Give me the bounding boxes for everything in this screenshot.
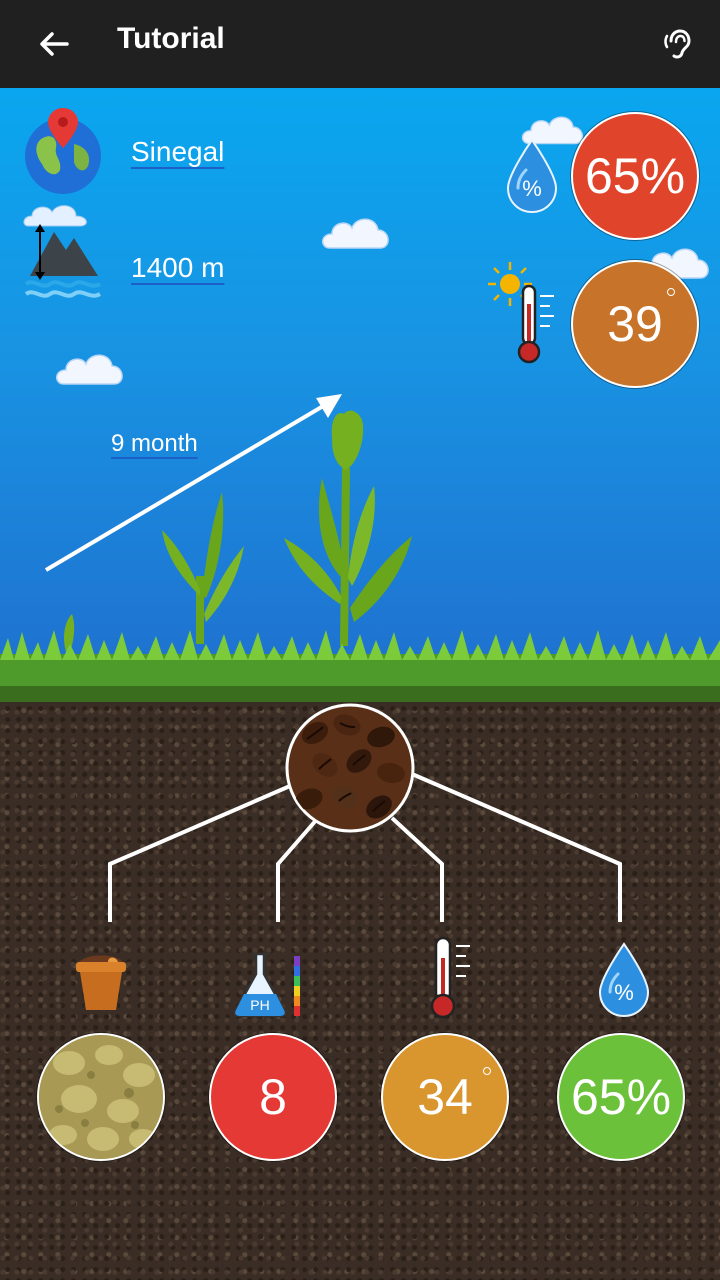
soil-texture-badge bbox=[37, 1033, 165, 1161]
page-title: Tutorial bbox=[117, 22, 225, 55]
growth-duration-link[interactable]: 9 month bbox=[111, 430, 198, 458]
air-humidity-badge: 65% bbox=[571, 112, 699, 240]
svg-text:%: % bbox=[522, 176, 542, 201]
plant-sprout-icon bbox=[162, 492, 244, 644]
soil-ph-badge: 8 bbox=[209, 1033, 337, 1161]
soil-texture-image bbox=[39, 1035, 163, 1159]
globe-pin-icon bbox=[25, 108, 101, 194]
ph-flask-icon: PH bbox=[233, 952, 300, 1018]
arrow-left-icon bbox=[40, 32, 69, 56]
degree-symbol bbox=[667, 288, 675, 296]
location-link[interactable]: Sinegal bbox=[131, 136, 224, 168]
back-button[interactable] bbox=[28, 18, 80, 70]
soil-humidity-value: 65% bbox=[570, 1069, 672, 1125]
air-humidity-value: 65% bbox=[584, 148, 686, 204]
soil-pot-icon bbox=[76, 955, 126, 1010]
sun-thermometer-icon bbox=[488, 262, 554, 364]
svg-text:PH: PH bbox=[250, 997, 269, 1013]
water-drop-percent-icon: % bbox=[598, 942, 650, 1018]
grass-strip bbox=[0, 630, 720, 702]
thermometer-icon bbox=[430, 936, 470, 1019]
soil-temperature-value: 34 bbox=[417, 1069, 473, 1125]
air-temperature-value: 39 bbox=[607, 296, 663, 352]
ear-icon bbox=[664, 29, 691, 59]
coffee-beans-icon bbox=[285, 703, 415, 833]
svg-text:%: % bbox=[614, 980, 634, 1005]
mountain-altitude-icon bbox=[23, 205, 102, 298]
soil-temperature-badge: 34 bbox=[381, 1033, 509, 1161]
plant-flower-icon bbox=[284, 410, 412, 647]
soil-ph-value: 8 bbox=[259, 1069, 287, 1125]
water-drop-percent-icon: % bbox=[506, 138, 558, 214]
altitude-link[interactable]: 1400 m bbox=[131, 252, 224, 284]
cloud-icon bbox=[56, 354, 123, 385]
degree-symbol bbox=[483, 1067, 491, 1075]
soil-humidity-badge: 65% bbox=[557, 1033, 685, 1161]
cloud-icon bbox=[322, 218, 389, 249]
app-bar: Tutorial bbox=[0, 0, 720, 88]
listen-button[interactable] bbox=[652, 18, 704, 70]
air-temperature-badge: 39 bbox=[571, 260, 699, 388]
